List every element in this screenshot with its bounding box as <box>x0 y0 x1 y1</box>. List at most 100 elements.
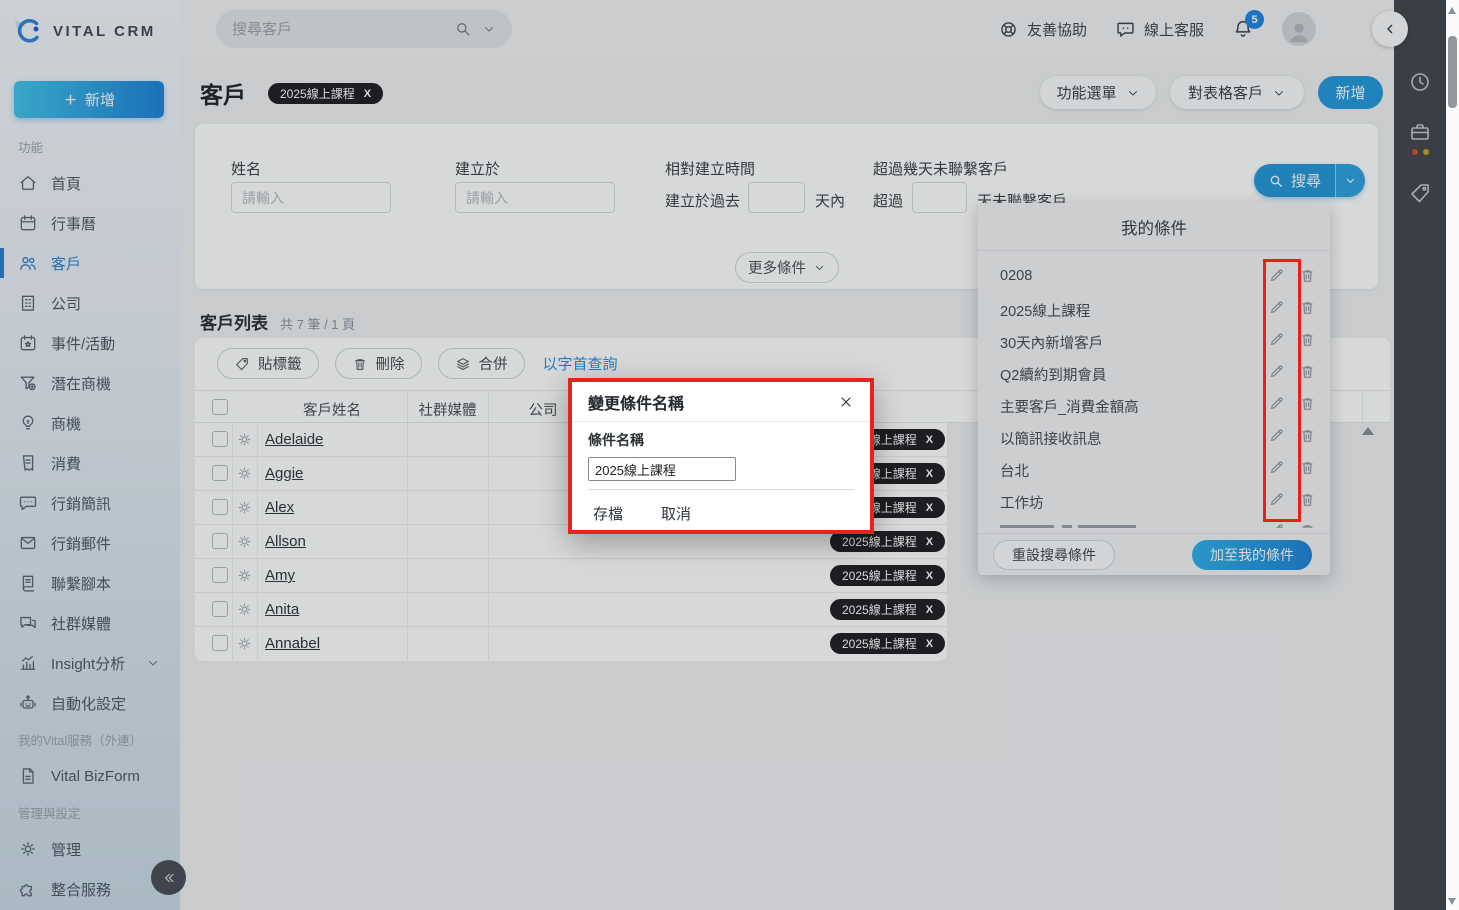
row-checkbox[interactable] <box>212 601 228 617</box>
condition-item[interactable]: 台北 <box>978 452 1330 484</box>
row-checkbox[interactable] <box>212 465 228 481</box>
row-tag-close[interactable]: X <box>926 570 933 582</box>
pencil-icon[interactable] <box>1268 491 1285 508</box>
row-tag-close[interactable]: X <box>926 468 933 480</box>
page-scrollbar[interactable] <box>1446 0 1459 910</box>
trash-icon[interactable] <box>1299 363 1316 380</box>
gear-icon[interactable] <box>236 431 253 448</box>
row-checkbox[interactable] <box>212 635 228 651</box>
search-scope-chevron-icon[interactable] <box>482 22 496 36</box>
column-header-name[interactable]: 客戶姓名 <box>257 399 407 420</box>
sidebar-item-home[interactable]: 首頁 <box>0 163 180 203</box>
row-tag[interactable]: 2025線上課程X <box>830 599 945 620</box>
gear-icon[interactable] <box>236 465 253 482</box>
condition-item[interactable]: 主要客戶_消費金額高 <box>978 388 1330 420</box>
sidebar-collapse-button[interactable] <box>151 860 186 895</box>
pencil-icon[interactable] <box>1268 299 1285 316</box>
sidebar-new-button[interactable]: 新增 <box>14 81 164 118</box>
column-header-social[interactable]: 社群媒體 <box>407 399 488 420</box>
close-icon[interactable] <box>838 394 854 410</box>
sidebar-item-bizform[interactable]: Vital BizForm <box>0 756 180 796</box>
customer-name-link[interactable]: Amy <box>265 567 295 584</box>
reset-search-conditions-button[interactable]: 重設搜尋條件 <box>993 540 1115 570</box>
sidebar-item-events[interactable]: 事件/活動 <box>0 323 180 363</box>
name-filter-input[interactable] <box>231 182 391 213</box>
filter-tag-close[interactable]: X <box>364 88 371 100</box>
trash-icon[interactable] <box>1299 395 1316 412</box>
row-tag[interactable]: 2025線上課程X <box>830 531 945 552</box>
customer-name-link[interactable]: Adelaide <box>265 431 323 448</box>
sidebar-item-opportunities[interactable]: 商機 <box>0 403 180 443</box>
row-checkbox[interactable] <box>212 431 228 447</box>
clock-icon[interactable] <box>1408 70 1432 94</box>
customer-name-link[interactable]: Anita <box>265 601 299 618</box>
sidebar-item-insight[interactable]: Insight分析 <box>0 643 180 683</box>
condition-item[interactable]: 0208 <box>978 260 1330 292</box>
trash-icon[interactable] <box>1299 491 1316 508</box>
trash-icon[interactable] <box>1299 331 1316 348</box>
search-icon[interactable] <box>454 20 472 38</box>
global-search[interactable] <box>216 10 512 48</box>
condition-item[interactable]: 2025線上課程 <box>978 292 1330 324</box>
save-button[interactable]: 存檔 <box>593 503 623 524</box>
friendly-help-button[interactable]: 友善協助 <box>998 19 1087 40</box>
scrollbar-down-arrow[interactable] <box>1448 898 1456 905</box>
prefix-search-link[interactable]: 以字首查詢 <box>543 353 618 374</box>
row-checkbox[interactable] <box>212 533 228 549</box>
app-logo[interactable]: VITAL CRM <box>12 16 156 46</box>
row-tag-close[interactable]: X <box>926 502 933 514</box>
trash-icon[interactable] <box>1299 299 1316 316</box>
customer-name-link[interactable]: Aggie <box>265 465 303 482</box>
sidebar-item-leads[interactable]: 潛在商機 <box>0 363 180 403</box>
gear-icon[interactable] <box>236 601 253 618</box>
pencil-icon[interactable] <box>1268 331 1285 348</box>
scrollbar-up-arrow[interactable] <box>1448 7 1456 14</box>
pencil-icon[interactable] <box>1268 459 1285 476</box>
merge-button[interactable]: 合併 <box>438 348 525 379</box>
customer-name-link[interactable]: Annabel <box>265 635 320 652</box>
gear-icon[interactable] <box>236 499 253 516</box>
add-customer-button[interactable]: 新增 <box>1318 76 1383 109</box>
sidebar-item-automation[interactable]: 自動化設定 <box>0 683 180 723</box>
trash-icon[interactable] <box>1299 267 1316 284</box>
row-tag[interactable]: 2025線上課程X <box>830 633 945 654</box>
briefcase-tool[interactable] <box>1408 120 1432 155</box>
sidebar-item-social-media[interactable]: 社群媒體 <box>0 603 180 643</box>
sidebar-item-email-marketing[interactable]: 行銷郵件 <box>0 523 180 563</box>
row-checkbox[interactable] <box>212 499 228 515</box>
row-checkbox[interactable] <box>212 567 228 583</box>
more-conditions-button[interactable]: 更多條件 <box>735 252 839 283</box>
condition-item[interactable]: Q2續約到期會員 <box>978 356 1330 388</box>
global-search-input[interactable] <box>232 21 444 38</box>
online-support-button[interactable]: 線上客服 <box>1115 19 1204 40</box>
sidebar-item-calendar[interactable]: 行事曆 <box>0 203 180 243</box>
condition-item[interactable]: 以簡訊接收訊息 <box>978 420 1330 452</box>
row-tag-close[interactable]: X <box>926 536 933 548</box>
search-button[interactable]: 搜尋 <box>1254 164 1335 197</box>
gear-icon[interactable] <box>236 533 253 550</box>
customer-name-link[interactable]: Alex <box>265 499 294 516</box>
active-filter-tag[interactable]: 2025線上課程 X <box>268 83 383 104</box>
sidebar-item-customers[interactable]: 客戶 <box>0 243 180 283</box>
uncontacted-days-input[interactable] <box>912 182 967 213</box>
row-tag[interactable]: 2025線上課程X <box>830 565 945 586</box>
tag-icon[interactable] <box>1408 181 1432 205</box>
panel-collapse-button[interactable] <box>1372 11 1408 47</box>
condition-item[interactable]: 工作坊 <box>978 484 1330 516</box>
table-view-button[interactable]: 對表格客戶 <box>1170 76 1304 109</box>
customer-name-link[interactable]: Allson <box>265 533 306 550</box>
delete-button[interactable]: 刪除 <box>335 348 422 379</box>
pencil-icon[interactable] <box>1268 363 1285 380</box>
search-options-button[interactable] <box>1335 164 1365 197</box>
trash-icon[interactable] <box>1299 427 1316 444</box>
row-tag-close[interactable]: X <box>926 638 933 650</box>
user-avatar[interactable] <box>1282 12 1316 46</box>
notifications-button[interactable]: 5 <box>1232 18 1254 40</box>
row-tag-close[interactable]: X <box>926 434 933 446</box>
sidebar-item-sms-marketing[interactable]: 行銷簡訊 <box>0 483 180 523</box>
condition-item[interactable]: 30天內新增客戶 <box>978 324 1330 356</box>
pencil-icon[interactable] <box>1268 267 1285 284</box>
pencil-icon[interactable] <box>1268 427 1285 444</box>
select-all-checkbox[interactable] <box>212 399 228 415</box>
pencil-icon[interactable] <box>1268 395 1285 412</box>
